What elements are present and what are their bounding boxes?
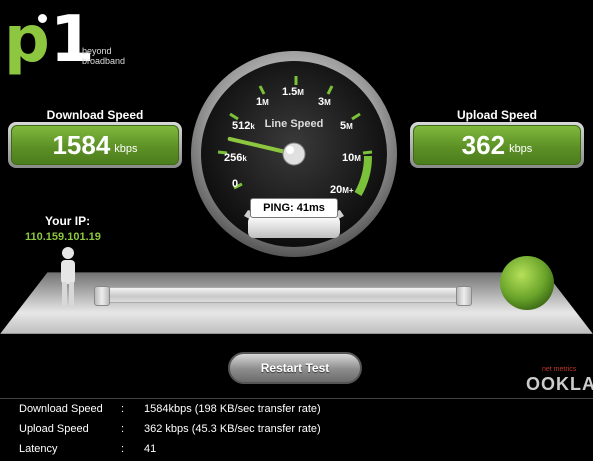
result-key: Upload Speed bbox=[19, 423, 89, 435]
person-icon bbox=[61, 247, 75, 306]
results-table: Download Speed : 1584kbps (198 KB/sec tr… bbox=[0, 398, 593, 456]
result-key: Download Speed bbox=[19, 403, 103, 415]
gauge-tick-20m: 20M+ bbox=[330, 184, 354, 196]
result-sep: : bbox=[121, 423, 125, 435]
logo-tagline-2: broadband bbox=[82, 56, 126, 66]
result-sep: : bbox=[121, 443, 125, 455]
ookla-logo: net metrics OOKLA bbox=[524, 366, 593, 400]
gauge-tick-1m: 1M bbox=[256, 96, 269, 108]
download-speed-value: 1584 bbox=[52, 129, 111, 160]
download-speed-label: Download Speed bbox=[46, 108, 144, 122]
upload-speed-unit: kbps bbox=[509, 143, 533, 155]
gauge-tick-3m: 3M bbox=[318, 96, 331, 108]
globe-icon bbox=[500, 256, 554, 310]
tube-cap-left bbox=[94, 286, 110, 306]
upload-speed-value: 362 bbox=[461, 129, 506, 160]
gauge-tick-5m: 5M bbox=[340, 120, 353, 132]
gauge-tick-1-5m: 1.5M bbox=[282, 86, 304, 98]
gauge-tick-256k: 256k bbox=[224, 152, 247, 164]
download-speed-display: 1584 kbps bbox=[11, 125, 179, 165]
download-speed-panel: 1584 kbps bbox=[8, 122, 182, 168]
gauge-dial bbox=[191, 51, 397, 257]
logo-tagline-1: beyond bbox=[82, 46, 112, 56]
restart-test-button[interactable]: Restart Test bbox=[228, 352, 362, 384]
result-value: 362 kbps (45.3 KB/sec transfer rate) bbox=[144, 423, 321, 435]
result-sep: : bbox=[121, 403, 125, 415]
ookla-netmetrics: net metrics bbox=[542, 366, 577, 373]
upload-speed-label: Upload Speed bbox=[456, 108, 537, 122]
your-ip-label: Your IP: bbox=[45, 214, 91, 228]
results-row-upload: Upload Speed : 362 kbps (45.3 KB/sec tra… bbox=[0, 423, 593, 441]
ip-address-value: 110.159.101.19 bbox=[25, 231, 101, 243]
upload-speed-panel: 362 kbps bbox=[410, 122, 584, 168]
download-speed-unit: kbps bbox=[114, 143, 138, 155]
result-key: Latency bbox=[19, 443, 58, 455]
tube-cap-right bbox=[456, 286, 472, 306]
ookla-name: OOKLA bbox=[526, 374, 593, 394]
gauge-tick-0: 0 bbox=[232, 178, 239, 190]
upload-speed-display: 362 kbps bbox=[413, 125, 581, 165]
p1-logo: p 1 beyond broadband bbox=[4, 6, 154, 116]
logo-tagline: beyond broadband bbox=[82, 46, 125, 66]
ping-readout: PING: 41ms bbox=[250, 198, 338, 218]
gauge-tick-10m: 10M bbox=[342, 152, 361, 164]
results-row-latency: Latency : 41 bbox=[0, 443, 593, 461]
result-value: 41 bbox=[144, 443, 157, 455]
gauge-title: Line Speed bbox=[264, 118, 324, 130]
line-speed-gauge: Line Speed 0 256k 512k 1M 1.5M 3M 5M 10M… bbox=[190, 48, 398, 260]
transfer-tube bbox=[96, 287, 472, 303]
result-value: 1584kbps (198 KB/sec transfer rate) bbox=[144, 403, 321, 415]
gauge-tick-512k: 512k bbox=[232, 120, 255, 132]
logo-dot bbox=[38, 14, 47, 23]
results-row-download: Download Speed : 1584kbps (198 KB/sec tr… bbox=[0, 403, 593, 421]
